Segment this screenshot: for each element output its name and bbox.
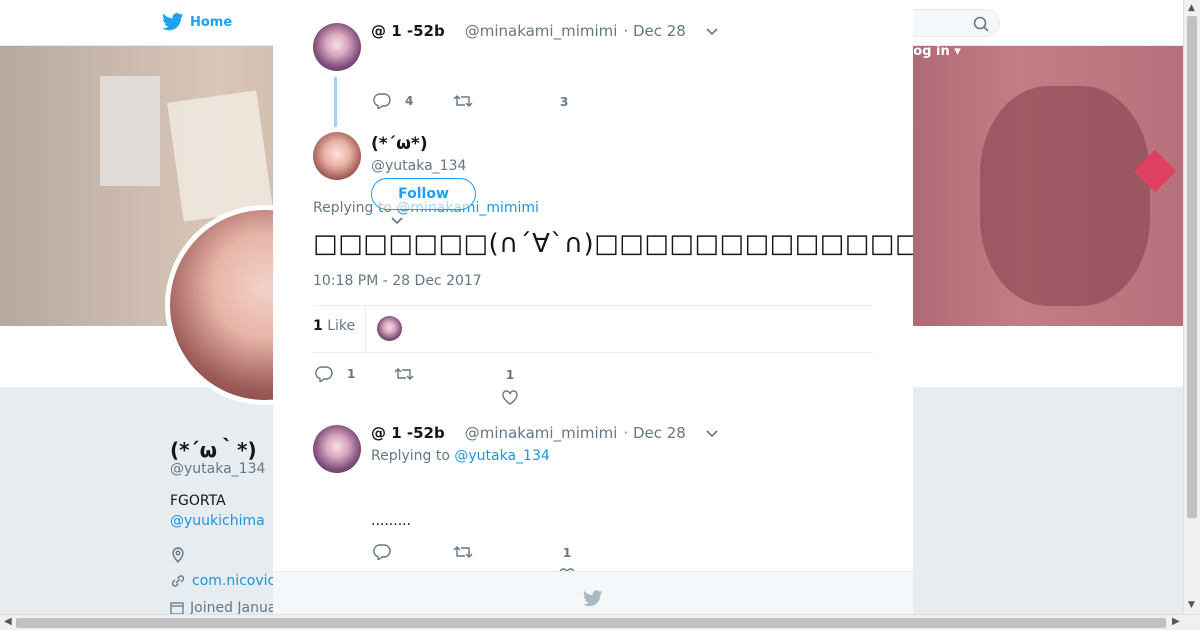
search-icon — [973, 16, 989, 32]
profile-name: (*´ω｀*) — [170, 438, 257, 462]
link-icon — [171, 575, 185, 587]
tweet-text: □□□□□□□(∩´∀`∩)□□□□□□□□□□□□□□□□□□□□□□□□□□… — [313, 229, 913, 259]
avatar[interactable] — [313, 132, 361, 180]
reply-count: 1 — [347, 367, 356, 381]
scroll-down-arrow[interactable]: ▼ — [1188, 600, 1195, 610]
like-count: 1 — [505, 368, 515, 382]
nav-home-label: Home — [190, 14, 233, 30]
horizontal-scrollbar[interactable]: ◀ ▶ — [0, 614, 1200, 630]
tweet-timestamp[interactable]: 10:18 PM - 28 Dec 2017 — [313, 273, 482, 289]
login-menu[interactable]: Log in ▾ — [905, 44, 961, 59]
divider — [365, 306, 366, 352]
likes-stat-label: Like — [327, 318, 356, 334]
scrollbar-thumb[interactable] — [1187, 16, 1197, 518]
avatar[interactable] — [313, 23, 361, 71]
replying-prefix: Replying to — [371, 448, 450, 464]
reply-icon — [373, 544, 391, 560]
modal-footer — [273, 571, 913, 614]
retweet-icon — [453, 546, 473, 558]
thread-connector — [334, 77, 337, 127]
location-icon — [172, 547, 184, 563]
scroll-left-arrow[interactable]: ◀ — [4, 616, 12, 627]
scroll-right-arrow[interactable]: ▶ — [1172, 616, 1180, 627]
twitter-bird-icon — [162, 13, 184, 31]
tweet-stats: 1 Like — [313, 305, 873, 353]
reply-icon — [373, 93, 391, 109]
reply-icon — [315, 366, 333, 382]
search-input[interactable] — [900, 9, 1000, 37]
reply-action[interactable]: 4 — [373, 93, 413, 109]
retweet-action[interactable] — [453, 93, 473, 109]
like-count: 3 — [560, 95, 569, 109]
profile-url[interactable]: com.nicovic — [170, 573, 275, 589]
follow-button[interactable]: Follow — [371, 178, 476, 210]
chevron-down-icon[interactable] — [391, 215, 403, 228]
tweet-date[interactable]: · Dec 28 — [623, 22, 685, 40]
reply-action[interactable] — [373, 544, 391, 560]
tweet-permalink-modal: @ 1 -52b @minakami_mimimi · Dec 28 4 3 (… — [273, 7, 913, 614]
chevron-down-icon[interactable] — [706, 424, 718, 442]
tweet-author-handle[interactable]: @yutaka_134 — [371, 158, 466, 174]
scrollbar-thumb[interactable] — [16, 618, 1166, 628]
tweet-author-name[interactable]: @ 1 -52b — [371, 424, 445, 442]
profile-bio: FGORTA — [170, 493, 226, 509]
tweet-date[interactable]: · Dec 28 — [623, 424, 685, 442]
tweet-author-name[interactable]: @ 1 -52b — [371, 22, 445, 40]
calendar-icon — [170, 602, 184, 615]
retweet-action[interactable] — [453, 544, 473, 560]
close-icon[interactable] — [1155, 13, 1177, 35]
like-action[interactable]: 1 — [502, 368, 518, 405]
chevron-down-icon[interactable] — [706, 22, 718, 40]
vertical-scrollbar[interactable]: ▲ ▼ — [1183, 0, 1200, 614]
tweet-author-handle[interactable]: @minakami_mimimi — [465, 22, 618, 40]
twitter-bird-icon — [583, 590, 603, 607]
retweet-icon — [453, 95, 473, 107]
profile-url-text[interactable]: com.nicovic — [192, 573, 275, 589]
like-action[interactable]: 3 — [560, 95, 568, 109]
nav-home[interactable]: Home — [162, 13, 232, 31]
retweet-action[interactable] — [394, 366, 414, 382]
heart-icon — [502, 390, 518, 405]
replying-to-link[interactable]: @yutaka_134 — [454, 448, 549, 464]
tweet-author-name[interactable]: (*´ω*) — [371, 134, 428, 154]
reply-action[interactable]: 1 — [315, 366, 355, 382]
scroll-up-arrow[interactable]: ▲ — [1188, 3, 1195, 13]
replying-to: Replying to @yutaka_134 — [371, 448, 550, 464]
liker-avatar[interactable] — [377, 316, 402, 341]
profile-handle: @yutaka_134 — [170, 461, 266, 477]
like-count: 1 — [562, 546, 572, 560]
tweet-author-handle[interactable]: @minakami_mimimi — [465, 424, 618, 442]
reply-count: 4 — [405, 94, 414, 108]
profile-bio-link[interactable]: @yuukichima — [170, 513, 265, 529]
likes-stat[interactable]: 1 Like — [313, 318, 355, 334]
likes-stat-count: 1 — [313, 318, 323, 334]
tweet-text: ......... — [371, 513, 412, 529]
retweet-icon — [394, 368, 414, 380]
avatar[interactable] — [313, 425, 361, 473]
